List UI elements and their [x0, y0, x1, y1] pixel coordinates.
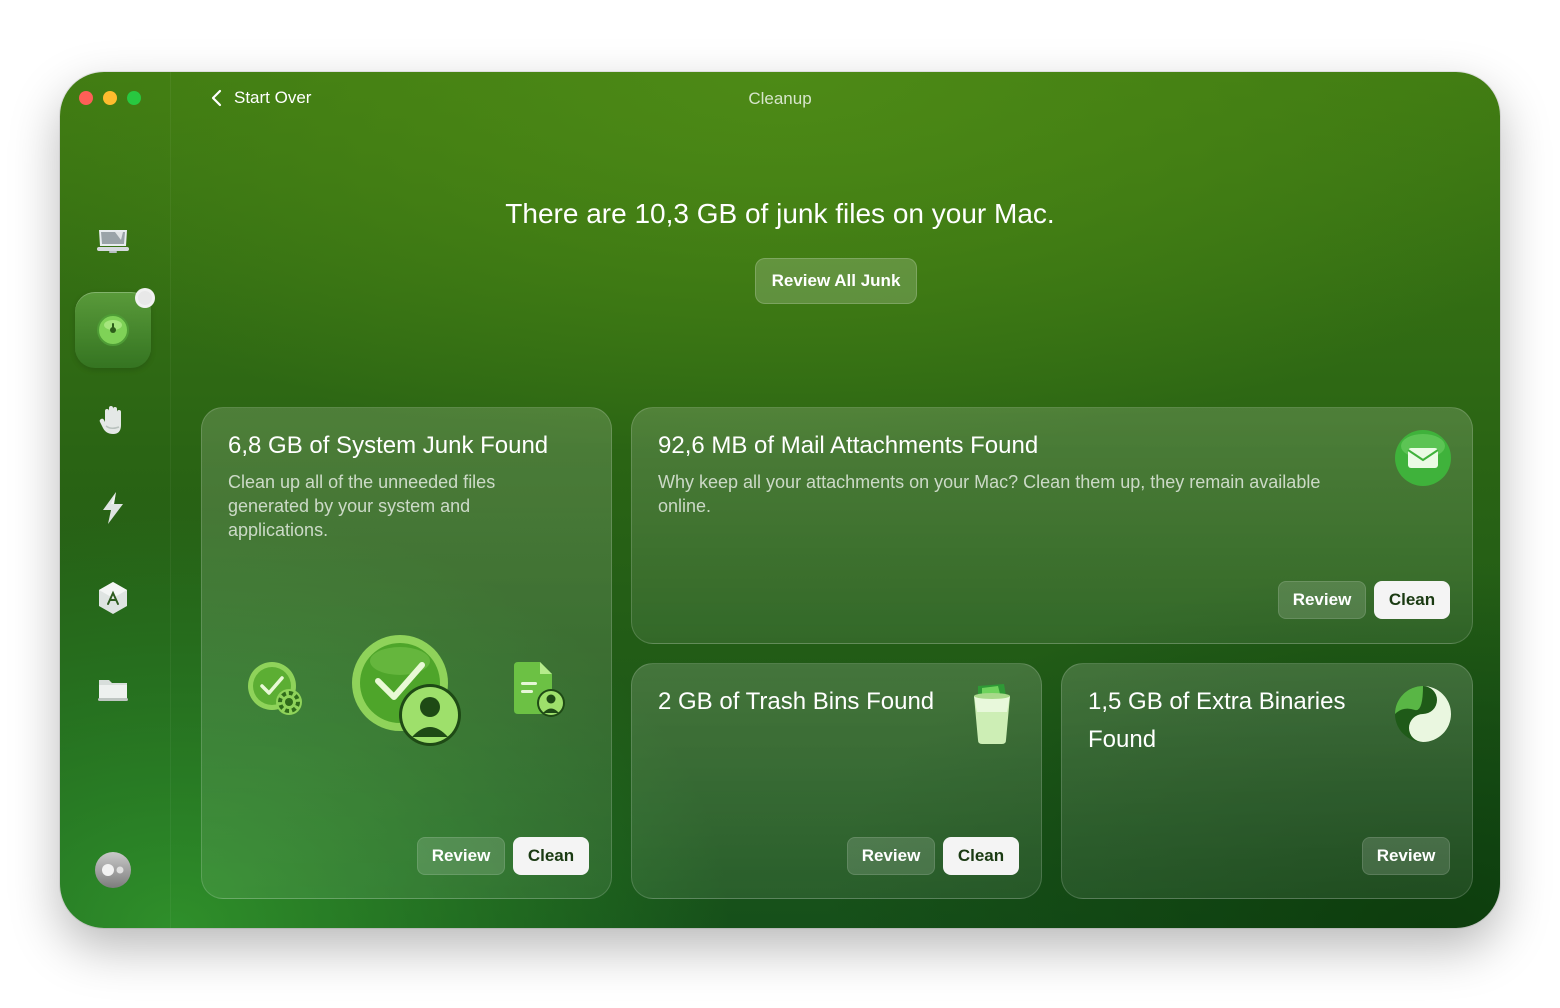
- binaries-icon: [1395, 686, 1451, 742]
- trash-bins-card: 2 GB of Trash Bins Found Review Clean: [631, 663, 1042, 899]
- clock-gear-icon: [248, 662, 302, 715]
- assistant-icon: [102, 864, 124, 876]
- trash-bins-title: 2 GB of Trash Bins Found: [658, 688, 935, 715]
- sidebar-item-applications[interactable]: [75, 560, 151, 636]
- app-window: Start Over Cleanup There are 10,3 GB of …: [60, 72, 1500, 928]
- folder-icon: [98, 680, 128, 701]
- mail-attachments-card: 92,6 MB of Mail Attachments Found Why ke…: [631, 407, 1473, 644]
- window-title: Cleanup: [748, 89, 812, 108]
- clock-user-icon: [352, 635, 461, 746]
- system-junk-card: 6,8 GB of System Junk Found Clean up all…: [201, 407, 612, 899]
- system-junk-review-button[interactable]: Review: [417, 837, 505, 875]
- hand-icon: [99, 406, 121, 434]
- sidebar-item-protection[interactable]: [75, 382, 151, 458]
- notification-dot: [135, 288, 155, 308]
- system-junk-clean-button[interactable]: Clean: [513, 837, 589, 875]
- system-junk-title: 6,8 GB of System Junk Found: [228, 432, 549, 459]
- trash-bin-icon: [974, 684, 1010, 744]
- extra-binaries-title: 1,5 GB of Extra Binaries Found: [1088, 688, 1346, 753]
- apps-icon: [99, 582, 127, 614]
- trash-bins-clean-button[interactable]: Clean: [943, 837, 1019, 875]
- junk-summary-headline: There are 10,3 GB of junk files on your …: [505, 198, 1055, 229]
- assistant-button[interactable]: [95, 852, 131, 888]
- mail-icon: [1395, 430, 1451, 486]
- mail-attachments-clean-button[interactable]: Clean: [1374, 581, 1450, 619]
- sidebar-item-my-clutter[interactable]: [75, 650, 151, 726]
- trash-bins-review-button[interactable]: Review: [847, 837, 935, 875]
- extra-binaries-review-button[interactable]: Review: [1362, 837, 1450, 875]
- review-all-junk-button[interactable]: Review All Junk: [755, 258, 917, 304]
- mail-attachments-description: Why keep all your attachments on your Ma…: [658, 472, 1321, 516]
- sidebar-item-cleanup[interactable]: [75, 288, 155, 368]
- document-user-icon: [514, 662, 565, 717]
- mail-attachments-review-button[interactable]: Review: [1278, 581, 1366, 619]
- mail-attachments-title: 92,6 MB of Mail Attachments Found: [658, 432, 1039, 459]
- system-junk-description: Clean up all of the unneeded files gener…: [228, 472, 496, 540]
- sidebar-item-performance[interactable]: [75, 470, 151, 546]
- lightning-icon: [103, 492, 123, 524]
- cleanup-disc-icon: [97, 314, 129, 346]
- extra-binaries-card: 1,5 GB of Extra Binaries Found Review: [1061, 663, 1473, 899]
